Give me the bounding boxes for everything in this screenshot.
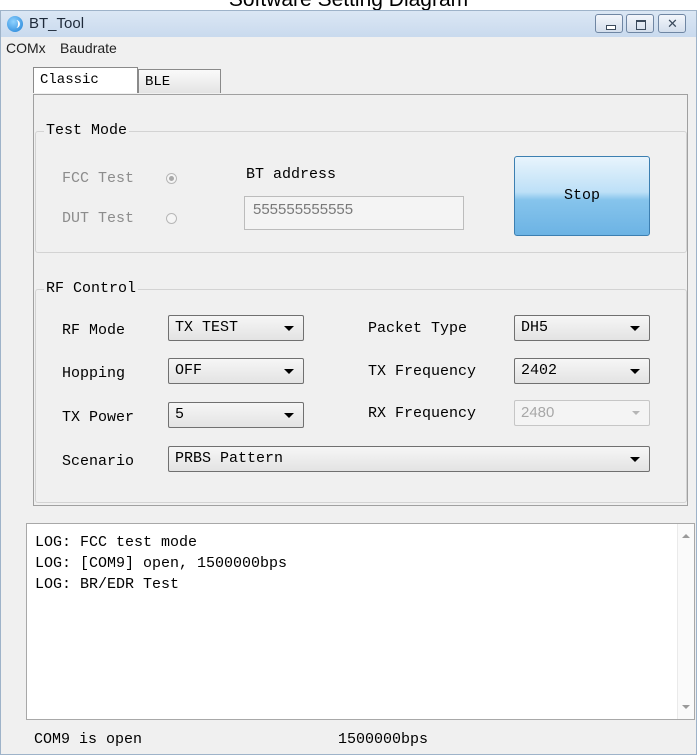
log-lines: LOG: FCC test mode LOG: [COM9] open, 150… <box>35 532 287 595</box>
tx-frequency-value: 2402 <box>521 362 558 379</box>
status-port: COM9 is open <box>34 731 143 748</box>
chevron-down-icon <box>284 326 294 331</box>
chevron-down-icon <box>630 326 640 331</box>
title-bar[interactable]: BT_Tool ✕ <box>1 11 696 37</box>
tx-power-select[interactable]: 5 <box>168 402 304 428</box>
chevron-down-icon <box>632 411 640 415</box>
minimize-button[interactable] <box>595 14 623 33</box>
scenario-select[interactable]: PRBS Pattern <box>168 446 650 472</box>
tab-ble[interactable]: BLE <box>138 69 221 93</box>
tab-classic[interactable]: Classic <box>33 67 138 93</box>
log-line: LOG: [COM9] open, 1500000bps <box>35 555 288 572</box>
log-line: LOG: FCC test mode <box>35 534 198 551</box>
scenario-value: PRBS Pattern <box>175 450 284 467</box>
log-scrollbar[interactable] <box>677 524 694 719</box>
rf-mode-label: RF Mode <box>62 322 126 339</box>
close-button[interactable]: ✕ <box>658 14 686 33</box>
stop-button[interactable]: Stop <box>514 156 650 236</box>
chevron-down-icon <box>284 413 294 418</box>
bt-address-label: BT address <box>246 166 337 183</box>
tx-power-label: TX Power <box>62 409 135 426</box>
scroll-up-icon[interactable] <box>682 534 690 538</box>
log-output[interactable]: LOG: FCC test mode LOG: [COM9] open, 150… <box>26 523 695 720</box>
scroll-down-icon[interactable] <box>682 705 690 709</box>
rx-frequency-label: RX Frequency <box>368 405 477 422</box>
hopping-select[interactable]: OFF <box>168 358 304 384</box>
bt-address-field[interactable]: 555555555555 <box>244 196 464 230</box>
status-baud: 1500000bps <box>338 731 429 748</box>
fcc-test-radio[interactable] <box>166 173 177 184</box>
menu-comx[interactable]: COMx <box>6 40 46 56</box>
chevron-down-icon <box>630 457 640 462</box>
window-title: BT_Tool <box>29 15 85 32</box>
tx-frequency-select[interactable]: 2402 <box>514 358 650 384</box>
packet-type-label: Packet Type <box>368 320 468 337</box>
rx-frequency-value: 2480 <box>521 404 555 421</box>
minimize-icon <box>606 25 616 30</box>
packet-type-value: DH5 <box>521 319 549 336</box>
chevron-down-icon <box>630 369 640 374</box>
scenario-label: Scenario <box>62 453 135 470</box>
maximize-button[interactable] <box>626 14 654 33</box>
rf-mode-value: TX TEST <box>175 319 239 336</box>
rf-mode-select[interactable]: TX TEST <box>168 315 304 341</box>
close-icon: ✕ <box>667 16 678 31</box>
rx-frequency-select[interactable]: 2480 <box>514 400 650 426</box>
dut-test-label: DUT Test <box>62 210 135 227</box>
log-line: LOG: BR/EDR Test <box>35 576 180 593</box>
menu-baudrate[interactable]: Baudrate <box>60 40 117 56</box>
tx-power-value: 5 <box>175 406 185 423</box>
bluetooth-app-icon <box>7 16 23 32</box>
chevron-down-icon <box>284 369 294 374</box>
rf-control-group: RF Control RF Mode TX TEST Hopping OFF T… <box>35 280 687 503</box>
fcc-test-label: FCC Test <box>62 170 135 187</box>
packet-type-select[interactable]: DH5 <box>514 315 650 341</box>
test-mode-group: Test Mode FCC Test DUT Test BT address 5… <box>35 122 687 253</box>
hopping-label: Hopping <box>62 365 126 382</box>
dut-test-radio[interactable] <box>166 213 177 224</box>
menu-bar: COMx Baudrate <box>1 37 696 59</box>
classic-tab-panel: Test Mode FCC Test DUT Test BT address 5… <box>33 94 688 506</box>
hopping-value: OFF <box>175 362 203 379</box>
maximize-icon <box>636 20 646 30</box>
test-mode-title: Test Mode <box>44 122 130 139</box>
rf-control-title: RF Control <box>44 280 139 297</box>
tx-frequency-label: TX Frequency <box>368 363 477 380</box>
